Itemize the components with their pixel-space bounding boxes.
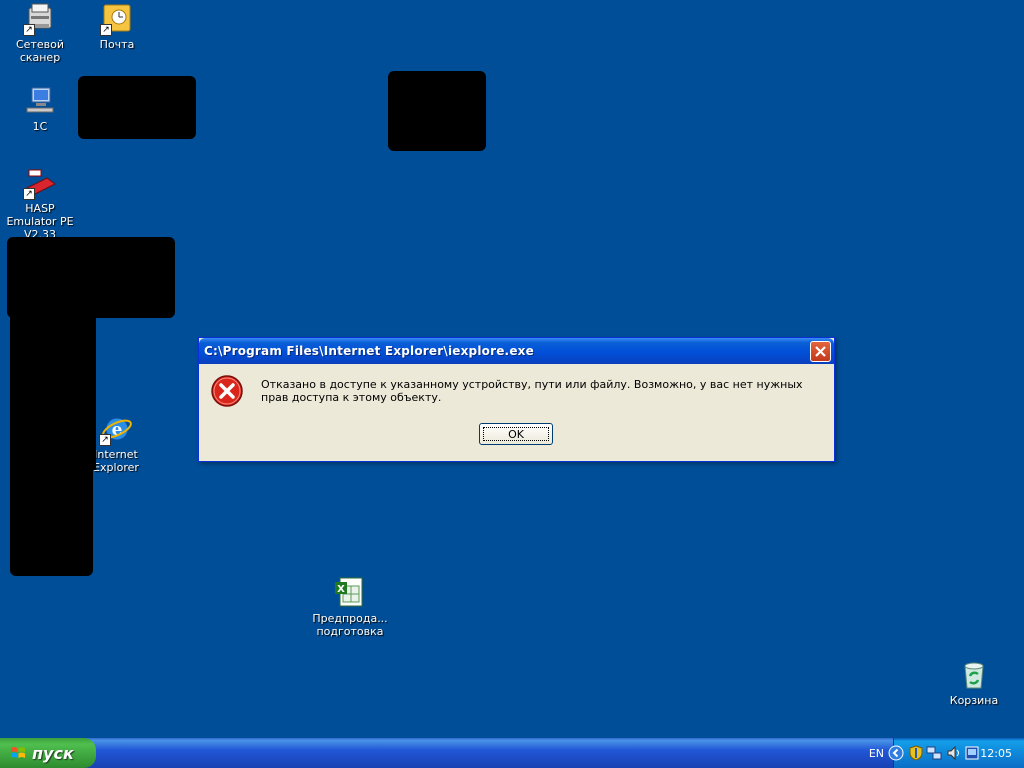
tray-app-icon[interactable] xyxy=(964,745,980,761)
desktop-icon-label: Предпрода... подготовка xyxy=(312,612,388,638)
scanner-icon: ↗ xyxy=(23,2,57,36)
redacted-region xyxy=(78,76,196,139)
desktop: ↗ Сетевой сканер ↗ Почта 1С ↗ HASP Emula… xyxy=(0,0,1024,738)
taskbar: пуск EN 12:05 xyxy=(0,738,1024,768)
svg-text:X: X xyxy=(337,584,345,595)
start-button[interactable]: пуск xyxy=(0,738,96,768)
close-button[interactable] xyxy=(810,341,831,362)
error-icon xyxy=(211,375,243,407)
system-tray: 12:05 xyxy=(888,738,1024,768)
recycle-bin-icon xyxy=(957,658,991,692)
network-connection-icon[interactable] xyxy=(926,745,942,761)
clock[interactable]: 12:05 xyxy=(980,747,1012,760)
volume-icon[interactable] xyxy=(946,745,962,761)
show-hidden-icons-chevron-icon[interactable] xyxy=(888,745,904,761)
desktop-icon-label: Сетевой сканер xyxy=(16,38,64,64)
desktop-icon-label: Почта xyxy=(99,38,135,51)
shortcut-arrow-icon: ↗ xyxy=(100,24,112,36)
dialog-message: Отказано в доступе к указанному устройст… xyxy=(261,378,803,404)
desktop-icon-1c[interactable]: 1С xyxy=(0,84,80,133)
excel-file-icon: X xyxy=(333,576,367,610)
error-dialog: C:\Program Files\Internet Explorer\iexpl… xyxy=(198,337,835,462)
dialog-titlebar[interactable]: C:\Program Files\Internet Explorer\iexpl… xyxy=(199,338,834,364)
dialog-title: C:\Program Files\Internet Explorer\iexpl… xyxy=(204,344,534,358)
start-button-label: пуск xyxy=(32,744,74,763)
security-shield-icon[interactable] xyxy=(908,745,924,761)
internet-explorer-icon: e ↗ xyxy=(99,412,133,446)
desktop-icon-recycle-bin[interactable]: Корзина xyxy=(934,658,1014,707)
mail-icon: ↗ xyxy=(100,2,134,36)
desktop-icon-hasp-emulator[interactable]: ↗ HASP Emulator PE V2.33 xyxy=(0,166,80,241)
redacted-region xyxy=(10,300,96,470)
desktop-icon-label: Корзина xyxy=(949,694,999,707)
close-icon xyxy=(815,346,826,357)
desktop-icon-mail[interactable]: ↗ Почта xyxy=(77,2,157,51)
focus-rect xyxy=(483,427,549,441)
shortcut-arrow-icon: ↗ xyxy=(99,434,111,446)
redacted-region xyxy=(10,460,93,576)
redacted-region xyxy=(388,71,486,151)
computer-network-icon xyxy=(23,84,57,118)
desktop-icon-excel-file[interactable]: X Предпрода... подготовка xyxy=(310,576,390,638)
language-indicator[interactable]: EN xyxy=(869,747,884,760)
desktop-icon-network-scanner[interactable]: ↗ Сетевой сканер xyxy=(0,2,80,64)
ok-button[interactable]: OK xyxy=(479,423,553,445)
windows-logo-icon xyxy=(11,747,25,758)
dialog-body: Отказано в доступе к указанному устройст… xyxy=(199,364,834,460)
shortcut-arrow-icon: ↗ xyxy=(23,24,35,36)
shortcut-arrow-icon: ↗ xyxy=(23,188,35,200)
desktop-icon-label: HASP Emulator PE V2.33 xyxy=(6,202,74,241)
desktop-icon-label: 1С xyxy=(32,120,48,133)
hasp-key-icon: ↗ xyxy=(23,166,57,200)
